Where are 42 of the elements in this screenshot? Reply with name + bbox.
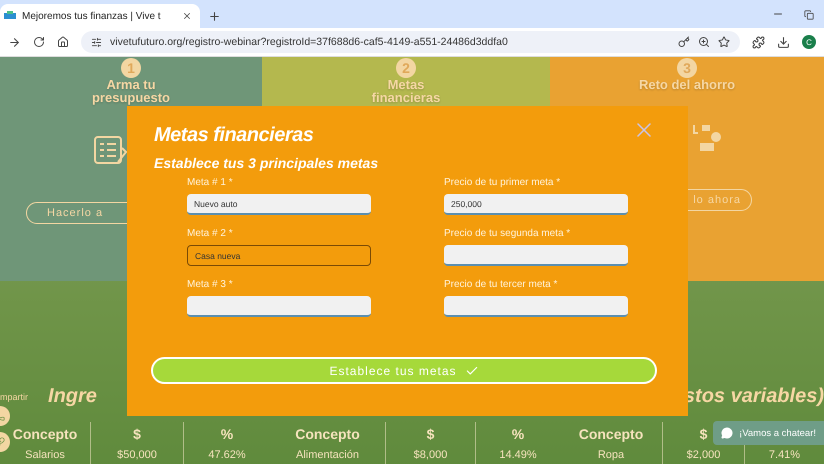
field-label: Meta # 2 * bbox=[187, 228, 234, 239]
profile-avatar[interactable]: C bbox=[802, 35, 816, 49]
column-header: % bbox=[512, 425, 524, 444]
input-field[interactable]: Casa nueva bbox=[187, 245, 371, 266]
column-header: Concepto bbox=[578, 425, 644, 444]
chat-button[interactable]: ¡Vamos a chatear! bbox=[713, 421, 824, 445]
step-title: Arma tu bbox=[106, 78, 156, 91]
input-field[interactable]: Nuevo auto bbox=[187, 194, 371, 215]
section-heading: Ingre bbox=[48, 385, 97, 408]
step-title: presupuesto bbox=[92, 91, 170, 104]
step-title: financieras bbox=[372, 91, 440, 104]
column-header: $ bbox=[700, 425, 708, 444]
input-field[interactable]: 250,000 bbox=[444, 194, 628, 215]
dialog-subtitle: Establece tus 3 principales metas bbox=[154, 155, 378, 171]
field-label: Precio de tu tercer meta * bbox=[444, 279, 558, 290]
column-header: % bbox=[220, 425, 234, 444]
address-bar[interactable]: vivetufuturo.org/registro-webinar?registroId=37f688d6-caf5-4149-a551-24486d3ddfa0 bbox=[81, 31, 740, 53]
column-header: Concepto bbox=[295, 425, 360, 444]
table-cell-text: 14.49% bbox=[499, 448, 537, 463]
table-cell-text: $8,000 bbox=[414, 448, 448, 463]
column-header: Concepto bbox=[12, 425, 78, 444]
table-cell-text: 47.62% bbox=[208, 448, 246, 463]
field-label: Meta # 3 * bbox=[187, 279, 234, 290]
field-label: Precio de tu primer meta * bbox=[444, 177, 562, 188]
share-label: mpartir bbox=[0, 392, 28, 402]
column-header: $ bbox=[426, 425, 434, 444]
dialog-title: Metas financieras bbox=[154, 124, 314, 147]
step-number: 3 bbox=[677, 58, 697, 78]
field-label: Precio de tu segunda meta * bbox=[444, 228, 572, 239]
table-cell-text: $50,000 bbox=[117, 448, 157, 463]
table-cell-text: 7.41% bbox=[768, 448, 800, 463]
step-number: 2 bbox=[396, 58, 416, 78]
table-cell-text: Salarios bbox=[25, 448, 65, 463]
field-label: Meta # 1 * bbox=[187, 177, 234, 188]
table-cell-text: Alimentación bbox=[296, 448, 359, 463]
column-header: $ bbox=[133, 425, 141, 444]
browser-tab[interactable]: Mejoremos tus finanzas | Vive t bbox=[0, 4, 200, 28]
table-cell-text: $2,000 bbox=[686, 448, 720, 463]
step-title: Metas bbox=[388, 78, 424, 91]
table-cell-text: Ropa bbox=[598, 448, 624, 463]
step-number: 1 bbox=[121, 58, 141, 78]
step-title: Reto del ahorro bbox=[638, 78, 736, 91]
